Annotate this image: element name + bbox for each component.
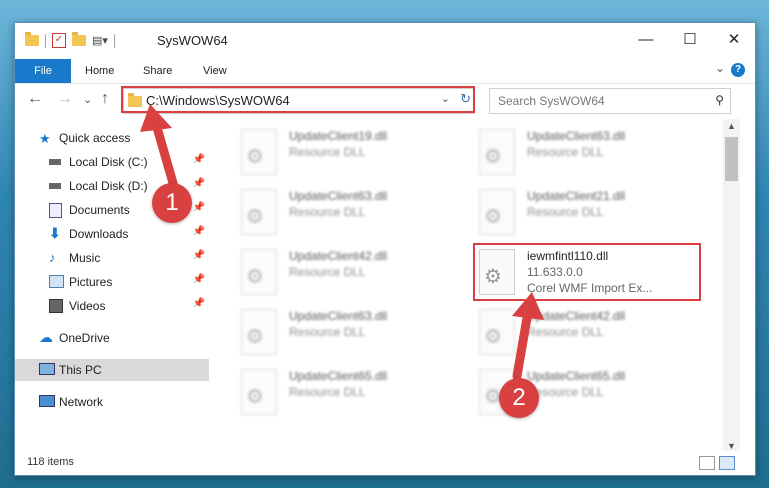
annotation-arrows xyxy=(140,104,544,381)
arrow-2-head xyxy=(512,292,544,320)
step-badge-1: 1 xyxy=(152,183,192,223)
step-badge-2: 2 xyxy=(499,378,539,418)
arrow-2-shaft xyxy=(512,307,533,381)
arrow-1-shaft xyxy=(151,119,180,195)
arrow-1-head xyxy=(140,104,172,132)
